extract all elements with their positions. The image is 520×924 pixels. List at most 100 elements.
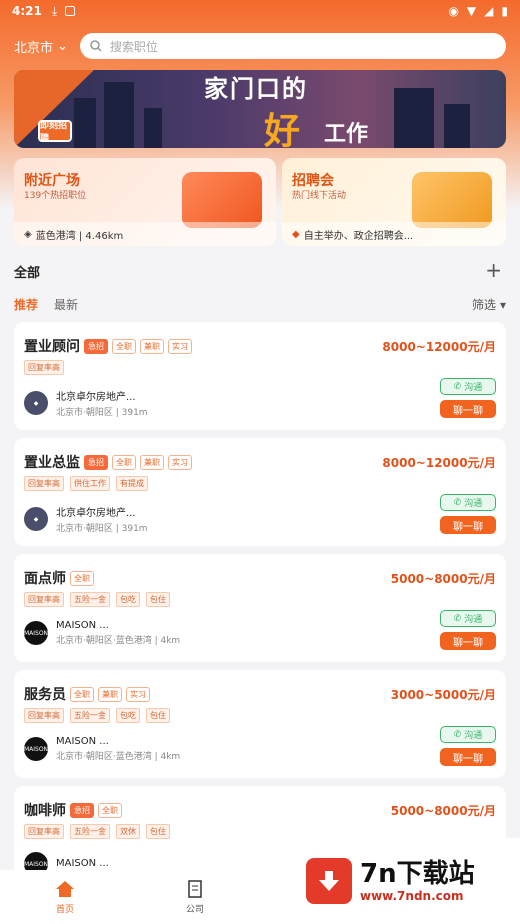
job-tag: 全职 — [112, 338, 136, 354]
company-name: MAISON ... — [56, 736, 109, 747]
building-icon — [412, 172, 492, 228]
welfare-tag: 供住工作 — [70, 476, 110, 491]
sort-tabs: 推荐 最新 筛选 ▾ — [14, 296, 506, 313]
welfare-tag: 五险一金 — [70, 592, 110, 607]
document-icon — [188, 879, 202, 898]
job-card[interactable]: 置业顾问 急招 全职 兼职 实习 8000~12000元/月 回复率高 ◆ 北京卓尔房地… — [14, 322, 506, 430]
search-row: 北京市 ⌄ 搜索职位 — [0, 30, 520, 62]
job-title-row: 面点师 全职 — [24, 568, 94, 588]
job-tag: 实习 — [126, 686, 150, 702]
category-row: 全部 + — [14, 258, 506, 282]
job-fair-subtitle: 热门线下活动 — [292, 191, 347, 201]
company-location: 北京市·朝阳区·蓝色港湾 | 4km — [56, 752, 181, 762]
job-tag: 兼职 — [140, 454, 164, 470]
company-location: 北京市·朝阳区·蓝色港湾 | 4km — [56, 636, 181, 646]
company-info: MAISON MAISON ... 北京市·朝阳区·蓝色港湾 | 4km — [24, 620, 180, 646]
talk-button[interactable]: ✆ 沟通 — [440, 610, 496, 627]
job-tag: 急招 — [70, 802, 94, 818]
app-icon — [65, 6, 76, 16]
filter-label: 筛选 — [471, 298, 496, 312]
chat-button[interactable]: 聊一聊 — [440, 748, 496, 766]
tab-latest[interactable]: 最新 — [54, 296, 78, 313]
job-salary: 5000~8000元/月 — [390, 572, 496, 586]
building-shape — [444, 104, 470, 148]
download-icon: ⤓ — [51, 3, 58, 18]
job-fair-card[interactable]: 招聘会 热门线下活动 ◆ 自主举办、政企招聘会... — [282, 158, 506, 246]
job-salary: 8000~12000元/月 — [382, 456, 496, 470]
company-name: MAISON ... — [56, 857, 109, 869]
welfare-tag: 双休 — [116, 824, 140, 839]
search-input[interactable]: 搜索职位 — [79, 33, 506, 59]
company-location: 北京市·朝阳区 | 391m — [56, 408, 148, 418]
nav-company[interactable]: 公司 — [130, 870, 260, 924]
welfare-tags: 回复率高 供住工作 有提成 — [24, 476, 148, 491]
company-name: 北京卓尔房地产... — [56, 508, 136, 519]
location-pin-icon: ◈ — [24, 228, 32, 240]
status-time: 4:21 — [12, 4, 42, 18]
job-card[interactable]: 服务员 全职 兼职 实习 3000~5000元/月 回复率高 五险一金 包吃 包住 MAIS… — [14, 670, 506, 778]
home-icon — [56, 880, 74, 897]
city-selector[interactable]: 北京市 ⌄ — [14, 37, 68, 56]
watermark-title: 7n下载站 — [360, 859, 475, 889]
nearby-plaza-title: 附近广场 — [24, 173, 80, 189]
city-label: 北京市 — [14, 40, 54, 56]
phone-icon: ✆ — [453, 497, 462, 508]
company-name: 北京卓尔房地产... — [56, 392, 136, 403]
phone-icon: ✆ — [453, 729, 462, 740]
job-title: 服务员 — [24, 687, 66, 703]
job-title-row: 置业顾问 急招 全职 兼职 实习 — [24, 336, 192, 356]
job-card[interactable]: 面点师 全职 5000~8000元/月 回复率高 五险一金 包吃 包住 MAISON M… — [14, 554, 506, 662]
job-title: 置业顾问 — [24, 339, 80, 355]
talk-button[interactable]: ✆ 沟通 — [440, 726, 496, 743]
nav-company-label: 公司 — [185, 904, 204, 915]
welfare-tag: 五险一金 — [70, 708, 110, 723]
id-card-icon — [182, 172, 262, 228]
job-tag: 全职 — [70, 686, 94, 702]
watermark-url: www.7ndn.com — [360, 889, 464, 903]
chat-button[interactable]: 聊一聊 — [440, 516, 496, 534]
nav-home[interactable]: 首页 — [0, 870, 130, 924]
building-shape — [104, 82, 134, 148]
chat-button[interactable]: 聊一聊 — [440, 400, 496, 418]
company-info: ◆ 北京卓尔房地产... 北京市·朝阳区 | 391m — [24, 388, 148, 418]
job-fair-footer: ◆ 自主举办、政企招聘会... — [282, 222, 506, 246]
job-salary: 3000~5000元/月 — [390, 688, 496, 702]
company-location: 北京市·朝阳区 | 391m — [56, 524, 148, 534]
filter-button[interactable]: 筛选 ▾ — [472, 296, 506, 313]
tag-icon: ◆ — [292, 228, 300, 240]
welfare-tag: 回复率高 — [24, 476, 64, 491]
welfare-tag: 回复率高 — [24, 592, 64, 607]
nav-home-label: 首页 — [55, 904, 74, 915]
promo-banner[interactable]: 即刻招聘 家门口的 好 工作 — [14, 70, 506, 148]
talk-label: 沟通 — [464, 499, 483, 509]
phone-icon: ✆ — [453, 381, 462, 392]
job-title: 面点师 — [24, 571, 66, 587]
job-card[interactable]: 置业总监 急招 全职 兼职 实习 8000~12000元/月 回复率高 供住工作 有提成 ◆… — [14, 438, 506, 546]
job-title-row: 服务员 全职 兼职 实习 — [24, 684, 150, 704]
status-bar: 4:21 ⤓ ◉ ▼ ◢ ▮ — [0, 0, 520, 22]
tab-recommend[interactable]: 推荐 — [14, 296, 38, 313]
company-name: MAISON ... — [56, 620, 109, 631]
add-icon[interactable]: + — [485, 258, 502, 282]
welfare-tag: 有提成 — [116, 476, 148, 491]
welfare-tag: 包住 — [146, 708, 170, 723]
nearby-plaza-subtitle: 139个热招职位 — [24, 191, 87, 201]
talk-button[interactable]: ✆ 沟通 — [440, 378, 496, 395]
company-logo: ◆ — [24, 507, 48, 531]
category-all[interactable]: 全部 — [14, 266, 40, 281]
welfare-tag: 包吃 — [116, 708, 140, 723]
wifi-icon: ▼ — [466, 4, 477, 18]
status-icons: ⤓ — [51, 3, 76, 19]
welfare-tag: 包住 — [146, 824, 170, 839]
welfare-tags: 回复率高 五险一金 包吃 包住 — [24, 592, 170, 607]
job-fair-desc: 自主举办、政企招聘会... — [303, 230, 414, 242]
search-placeholder: 搜索职位 — [109, 39, 158, 54]
welfare-tag: 回复率高 — [24, 708, 64, 723]
nearby-plaza-card[interactable]: 附近广场 139个热招职位 ◈ 蓝色港湾 | 4.46km — [14, 158, 276, 246]
chat-button[interactable]: 聊一聊 — [440, 632, 496, 650]
company-info: ◆ 北京卓尔房地产... 北京市·朝阳区 | 391m — [24, 504, 148, 534]
job-tag: 全职 — [98, 802, 122, 818]
nearby-plaza-distance: 蓝色港湾 | 4.46km — [35, 230, 124, 242]
talk-button[interactable]: ✆ 沟通 — [440, 494, 496, 511]
job-title-row: 咖啡师 急招 全职 — [24, 800, 122, 820]
